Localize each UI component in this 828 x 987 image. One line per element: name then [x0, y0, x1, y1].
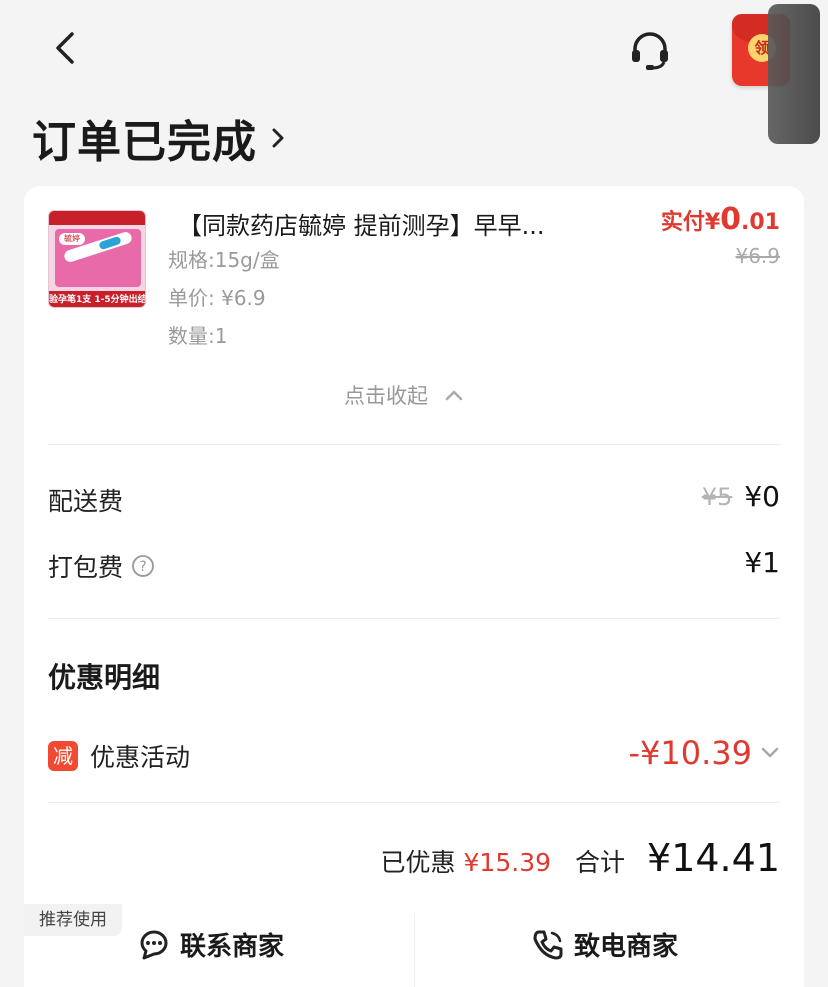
product-image-brand: 毓婷	[59, 233, 85, 245]
contact-merchant-label: 联系商家	[180, 932, 285, 962]
chevron-up-icon	[445, 390, 463, 401]
page-title-row[interactable]: 订单已完成	[32, 108, 287, 168]
discount-amount: -¥10.39	[628, 734, 752, 772]
total-value: ¥14.41	[647, 836, 780, 880]
recommend-tag: 推荐使用	[24, 904, 122, 936]
discount-badge: 减	[48, 741, 78, 771]
footer-separator	[414, 914, 415, 987]
svg-text:?: ?	[139, 559, 146, 575]
discount-section-title: 优惠明细	[48, 661, 161, 694]
saved-label: 已优惠	[380, 848, 456, 877]
packing-fee-value: ¥1	[744, 546, 780, 579]
discount-activity-row[interactable]: 减 优惠活动	[48, 738, 190, 774]
chevron-down-icon	[761, 747, 779, 758]
top-bar: 领	[0, 0, 828, 144]
delivery-fee-original: ¥5	[701, 482, 733, 511]
collapse-label: 点击收起	[344, 384, 428, 408]
paid-decimal: .01	[741, 210, 780, 235]
contact-merchant-button[interactable]: 联系商家	[136, 926, 284, 963]
chevron-right-icon	[272, 128, 284, 148]
discount-activity-label: 优惠活动	[90, 743, 191, 772]
product-image-top-band	[49, 211, 145, 225]
packing-fee-row-label: 打包费 ?	[48, 548, 155, 584]
divider	[48, 618, 780, 619]
footer-action-bar: 联系商家 致电商家	[24, 904, 804, 987]
question-mark-icon[interactable]: ?	[131, 554, 155, 578]
saved-value: ¥15.39	[463, 848, 552, 877]
floating-grey-overlay	[768, 4, 820, 144]
page-title: 订单已完成	[32, 117, 257, 168]
product-quantity: 数量:1	[168, 324, 228, 348]
delivery-fee-label: 配送费	[48, 487, 124, 516]
product-name[interactable]: 【同款药店毓婷 提前测孕】早早...	[178, 206, 618, 241]
discount-activity-value[interactable]: -¥10.39	[628, 734, 780, 772]
phone-icon	[533, 930, 563, 959]
customer-service-headset-icon[interactable]	[628, 28, 672, 72]
original-price: ¥6.9	[735, 244, 780, 268]
delivery-fee-value: ¥5 ¥0	[702, 480, 780, 513]
call-merchant-label: 致电商家	[574, 932, 679, 962]
chat-bubble-icon	[140, 930, 168, 959]
paid-amount: 实付¥ 0 .01	[661, 202, 780, 237]
paid-label: 实付¥	[660, 210, 721, 235]
product-image[interactable]: 毓婷 验孕笔1支 1-5分钟出结果	[48, 210, 146, 308]
back-arrow-icon[interactable]	[50, 28, 80, 68]
order-detail-card: 毓婷 验孕笔1支 1-5分钟出结果 【同款药店毓婷 提前测孕】早早... 规格:…	[24, 186, 804, 987]
product-unit-price: 单价: ¥6.9	[168, 286, 266, 310]
divider	[48, 444, 780, 445]
call-merchant-button[interactable]: 致电商家	[530, 926, 678, 963]
collapse-toggle[interactable]: 点击收起	[344, 380, 464, 410]
product-image-caption: 验孕笔1支 1-5分钟出结果	[49, 291, 145, 307]
packing-fee-label: 打包费	[48, 553, 124, 582]
product-spec: 规格:15g/盒	[168, 248, 280, 272]
total-label: 合计	[575, 848, 626, 877]
delivery-fee-amount: ¥0	[744, 480, 780, 513]
divider	[48, 802, 780, 803]
order-total-row: 已优惠 ¥15.39 合计 ¥14.41	[381, 836, 780, 880]
paid-integer: 0	[720, 202, 742, 237]
